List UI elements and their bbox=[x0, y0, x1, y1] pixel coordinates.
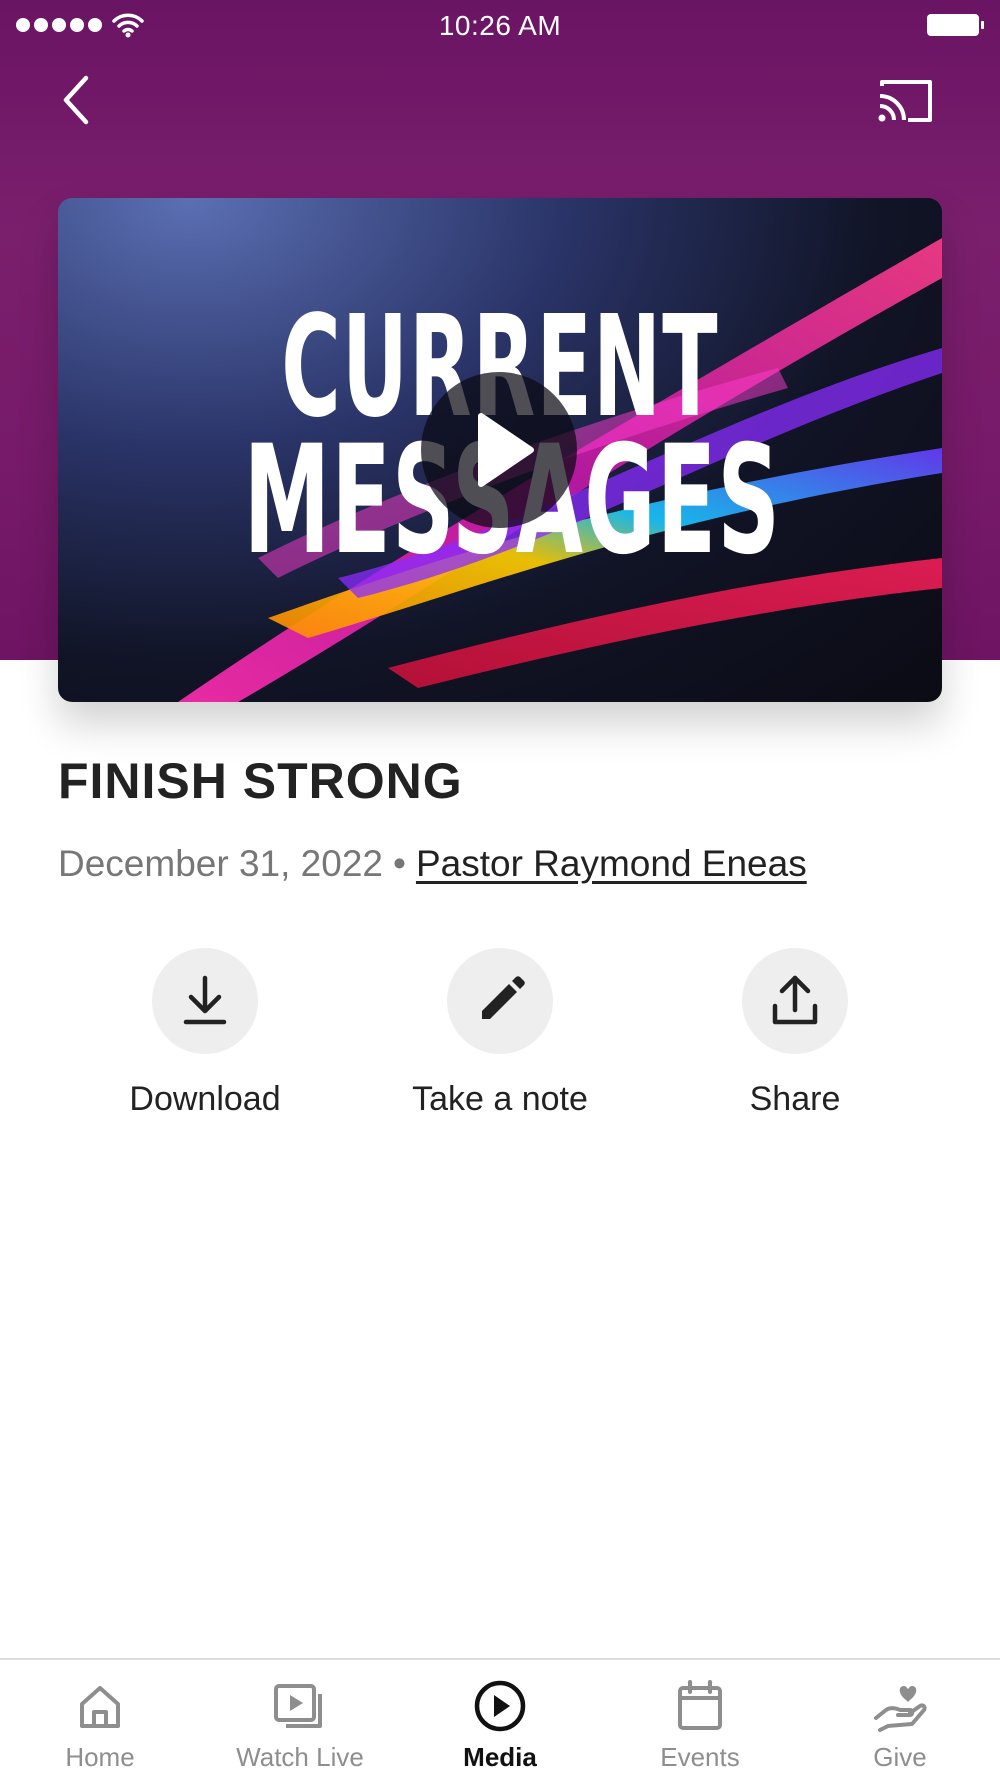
battery-icon bbox=[927, 14, 984, 36]
meta-separator: • bbox=[392, 843, 406, 884]
tab-give-label: Give bbox=[873, 1742, 927, 1772]
tab-give[interactable]: Give bbox=[800, 1660, 1000, 1778]
chevron-left-icon bbox=[63, 75, 89, 125]
status-bar: 10:26 AM bbox=[0, 0, 1000, 50]
download-icon bbox=[183, 975, 227, 1025]
message-title: FINISH STRONG bbox=[58, 753, 463, 809]
message-date: December 31, 2022 bbox=[58, 843, 383, 884]
tab-watch-live-label: Watch Live bbox=[236, 1742, 364, 1772]
cast-button[interactable] bbox=[876, 76, 936, 126]
play-button[interactable] bbox=[421, 372, 577, 528]
tab-home[interactable]: Home bbox=[0, 1660, 200, 1778]
play-circle-icon bbox=[474, 1680, 526, 1732]
cast-icon bbox=[878, 80, 932, 122]
download-circle bbox=[152, 948, 258, 1054]
media-artwork[interactable]: CURRENT MESSAGES bbox=[58, 198, 942, 702]
tab-home-label: Home bbox=[65, 1742, 135, 1772]
pencil-icon bbox=[482, 976, 525, 1019]
home-icon bbox=[80, 1686, 120, 1728]
tab-watch-live[interactable]: Watch Live bbox=[200, 1660, 400, 1778]
take-note-circle bbox=[447, 948, 553, 1054]
status-time: 10:26 AM bbox=[438, 10, 562, 41]
share-button[interactable]: Share bbox=[675, 948, 915, 1119]
calendar-icon bbox=[678, 1680, 722, 1730]
download-button[interactable]: Download bbox=[85, 948, 325, 1119]
download-label: Download bbox=[129, 1080, 281, 1118]
tab-events-label: Events bbox=[660, 1742, 740, 1772]
message-meta: December 31, 2022 • Pastor Raymond Eneas bbox=[58, 843, 807, 885]
tab-media[interactable]: Media bbox=[400, 1660, 600, 1778]
play-icon bbox=[478, 413, 534, 487]
back-button[interactable] bbox=[56, 72, 100, 128]
speaker-link[interactable]: Pastor Raymond Eneas bbox=[416, 843, 807, 884]
share-icon bbox=[772, 975, 818, 1025]
take-note-label: Take a note bbox=[412, 1080, 588, 1118]
take-note-button[interactable]: Take a note bbox=[380, 948, 620, 1119]
tab-media-label: Media bbox=[463, 1742, 537, 1772]
giving-hand-icon bbox=[874, 1686, 927, 1732]
tab-bar: Home Watch Live Media Events Give bbox=[0, 1658, 1000, 1778]
share-circle bbox=[742, 948, 848, 1054]
video-icon bbox=[274, 1684, 322, 1728]
share-label: Share bbox=[749, 1080, 841, 1118]
tab-events[interactable]: Events bbox=[600, 1660, 800, 1778]
